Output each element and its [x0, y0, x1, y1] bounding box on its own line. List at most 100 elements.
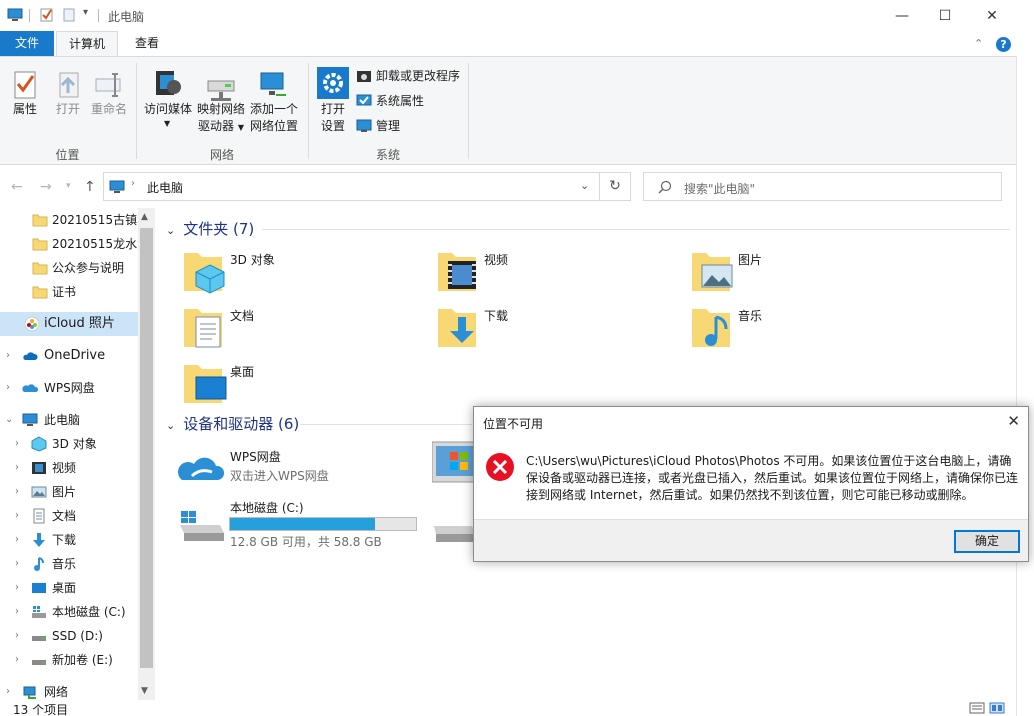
drive-c-tile[interactable]: 本地磁盘 (C:) 12.8 GB 可用，共 58.8 GB	[178, 497, 438, 552]
search-input[interactable]: 搜索"此电脑"	[684, 180, 755, 197]
nav-item-folder[interactable]: 20210515龙水湖	[0, 232, 138, 256]
expand-chevron-icon[interactable]: ›	[15, 456, 19, 480]
item-count: 13 个项目	[13, 703, 69, 716]
nav-item-drive-d[interactable]: › SSD (D:)	[0, 624, 138, 648]
nav-item-downloads[interactable]: › 下载	[0, 528, 138, 552]
separator	[468, 63, 469, 159]
dialog-close-button[interactable]: ✕	[1007, 412, 1020, 430]
nav-item-3d-objects[interactable]: › 3D 对象	[0, 432, 138, 456]
folder-downloads[interactable]: 下载	[436, 303, 676, 353]
status-bar: 13 个项目	[0, 700, 1016, 716]
nav-item-drive-c[interactable]: › 本地磁盘 (C:)	[0, 600, 138, 624]
expand-chevron-icon[interactable]: ›	[15, 552, 19, 576]
scroll-down-icon[interactable]: ▼	[141, 686, 148, 696]
nav-item-pictures[interactable]: › 图片	[0, 480, 138, 504]
folder-videos[interactable]: 视频	[436, 247, 676, 297]
maximize-button[interactable]: ☐	[922, 0, 968, 31]
breadcrumb-path[interactable]: 此电脑	[147, 179, 183, 196]
dvd-drive-icon[interactable]	[432, 440, 476, 484]
access-media-button[interactable]: 访问媒体 ▼	[142, 65, 194, 145]
nav-item-folder[interactable]: 证书	[0, 280, 138, 304]
expand-chevron-icon[interactable]: ›	[15, 600, 19, 624]
collapse-ribbon-icon[interactable]: ⌃	[974, 37, 983, 50]
tab-computer[interactable]: 计算机	[56, 31, 118, 56]
group-label-network: 网络	[209, 148, 234, 162]
scroll-up-icon[interactable]: ▲	[141, 212, 148, 222]
desktop-icon	[32, 583, 46, 593]
rename-button[interactable]: 重命名	[89, 65, 129, 145]
drive-icon[interactable]	[432, 516, 476, 546]
quick-access-dropdown-icon[interactable]: ▾	[83, 7, 88, 18]
devices-section-header[interactable]: ⌄ 设备和驱动器 (6)	[166, 413, 299, 434]
folder-documents[interactable]: 文档	[182, 303, 422, 353]
nav-item-this-pc[interactable]: ⌄ 此电脑	[0, 408, 138, 432]
folder-pictures[interactable]: 图片	[690, 247, 930, 297]
nav-item-wps-drive[interactable]: › WPS网盘	[0, 376, 138, 400]
open-button[interactable]: 打开	[49, 65, 87, 145]
collapse-chevron-icon: ⌄	[166, 419, 176, 432]
expand-chevron-icon[interactable]: ›	[6, 344, 10, 368]
group-label-location: 位置	[55, 148, 80, 162]
address-dropdown-icon[interactable]: ⌄	[580, 179, 589, 192]
properties-button[interactable]: 属性	[5, 65, 45, 145]
up-arrow-icon[interactable]: ↑	[84, 179, 96, 195]
drive-c-usage-bar	[229, 517, 417, 531]
address-bar[interactable]: › 此电脑 ⌄	[103, 172, 600, 201]
recent-dropdown-icon[interactable]: ▾	[66, 181, 71, 191]
system-properties-button[interactable]: 系统属性	[356, 92, 424, 110]
folders-section-header[interactable]: ⌄ 文件夹 (7)	[166, 218, 254, 239]
back-arrow-icon[interactable]: ←	[11, 179, 23, 195]
view-toggle-icons[interactable]	[968, 700, 1008, 716]
nav-item-desktop[interactable]: › 桌面	[0, 576, 138, 600]
expand-chevron-icon[interactable]: ›	[15, 528, 19, 552]
icloud-photos-icon	[24, 316, 40, 332]
nav-item-drive-e[interactable]: › 新加卷 (E:)	[0, 648, 138, 672]
computer-icon[interactable]	[7, 7, 23, 23]
folder-music[interactable]: 音乐	[690, 303, 930, 353]
expand-chevron-icon[interactable]: ›	[15, 480, 19, 504]
dialog-footer: 确定	[474, 519, 1028, 561]
nav-item-documents[interactable]: › 文档	[0, 504, 138, 528]
nav-item-onedrive[interactable]: › OneDrive	[0, 344, 138, 368]
expand-chevron-icon[interactable]: ›	[15, 624, 19, 648]
map-network-drive-button[interactable]: 映射网络 驱动器 ▼	[195, 65, 247, 145]
manage-icon	[356, 119, 372, 132]
add-network-location-button[interactable]: 添加一个 网络位置	[247, 65, 301, 145]
tab-view[interactable]: 查看	[124, 31, 170, 56]
nav-item-folder[interactable]: 20210515古镇	[0, 208, 138, 232]
drive-icon	[32, 636, 46, 641]
forward-arrow-icon[interactable]: →	[40, 179, 52, 195]
folder-desktop[interactable]: 桌面	[182, 359, 422, 409]
collapse-chevron-icon[interactable]: ⌄	[5, 408, 13, 432]
uninstall-programs-button[interactable]: 卸载或更改程序	[356, 67, 460, 85]
expand-chevron-icon[interactable]: ›	[15, 504, 19, 528]
ok-button[interactable]: 确定	[954, 530, 1020, 553]
tab-file[interactable]: 文件	[0, 31, 54, 56]
scroll-thumb[interactable]	[140, 228, 153, 668]
folder-3d-objects[interactable]: 3D 对象	[182, 247, 422, 297]
expand-chevron-icon[interactable]: ›	[15, 432, 19, 456]
breadcrumb-chevron-icon[interactable]: ›	[131, 178, 135, 189]
nav-item-folder[interactable]: 公众参与说明	[0, 256, 138, 280]
wps-drive-tile[interactable]: WPS网盘 双击进入WPS网盘	[178, 446, 438, 501]
nav-item-icloud-photos[interactable]: iCloud 照片	[0, 312, 138, 336]
close-button[interactable]: ✕	[969, 0, 1015, 31]
navigation-pane: 20210515古镇 20210515龙水湖 公众参与说明 证书 iCloud …	[0, 208, 155, 700]
nav-item-music[interactable]: › 音乐	[0, 552, 138, 576]
search-box[interactable]: 搜索"此电脑"	[643, 172, 1002, 201]
new-folder-icon[interactable]	[61, 7, 77, 23]
nav-scrollbar[interactable]: ▲ ▼	[138, 208, 155, 700]
computer-icon	[22, 413, 38, 426]
properties-check-icon[interactable]	[39, 7, 55, 23]
nav-item-videos[interactable]: › 视频	[0, 456, 138, 480]
refresh-button[interactable]: ↻	[599, 172, 631, 201]
help-icon[interactable]: ?	[996, 37, 1011, 52]
expand-chevron-icon[interactable]: ›	[6, 376, 10, 400]
documents-folder-icon	[184, 309, 222, 348]
open-settings-button[interactable]: 打开 设置	[314, 65, 352, 145]
manage-button[interactable]: 管理	[356, 117, 400, 135]
expand-chevron-icon[interactable]: ›	[15, 648, 19, 672]
minimize-button[interactable]: —	[879, 0, 925, 31]
dropdown-arrow-icon: ▼	[237, 123, 244, 132]
expand-chevron-icon[interactable]: ›	[15, 576, 19, 600]
